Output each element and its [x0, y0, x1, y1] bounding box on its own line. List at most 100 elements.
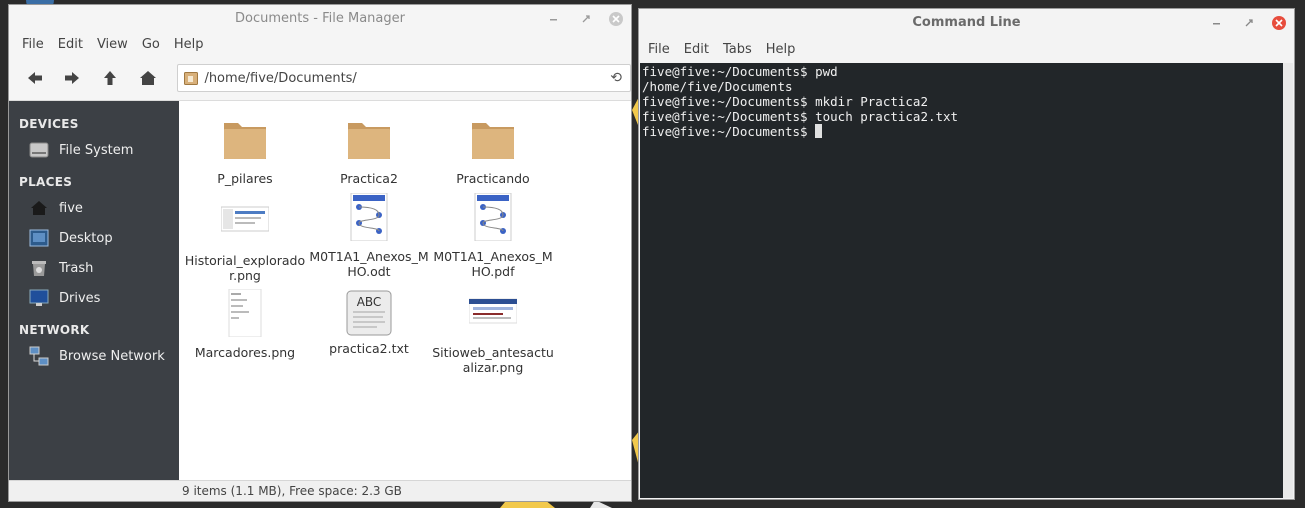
file-manager-window: Documents - File Manager File Edit View …: [8, 4, 632, 502]
location-path: /home/five/Documents/: [204, 70, 357, 86]
file-item[interactable]: Practicando: [431, 115, 555, 186]
sidebar-heading-places: PLACES: [19, 175, 73, 189]
menu-go[interactable]: Go: [135, 37, 167, 52]
image-thumbnail-icon: [468, 298, 518, 324]
drive-icon: [29, 140, 49, 160]
home-button[interactable]: [134, 64, 162, 92]
menu-file[interactable]: File: [641, 42, 677, 57]
file-item[interactable]: M0T1A1_Anexos_MHO.pdf: [431, 192, 555, 279]
maximize-button[interactable]: [577, 10, 595, 28]
close-button[interactable]: [609, 11, 623, 26]
folder-icon: [348, 123, 390, 159]
file-name: practica2.txt: [329, 341, 409, 356]
sidebar-item-label: five: [59, 200, 83, 216]
terminal-output[interactable]: five@five:~/Documents$ pwd/home/five/Doc…: [640, 63, 1283, 498]
minimize-icon: [550, 18, 557, 20]
sidebar-item-browse-network[interactable]: Browse Network: [9, 341, 179, 371]
reload-icon[interactable]: ⟲: [610, 70, 622, 86]
terminal-cursor: [815, 124, 823, 138]
desktop-icon: [29, 228, 49, 248]
document-thumbnail-icon: [474, 192, 512, 242]
menu-view[interactable]: View: [90, 37, 135, 52]
maximize-button[interactable]: [1240, 14, 1258, 32]
back-button[interactable]: [21, 64, 49, 92]
image-thumbnail-icon: [228, 288, 262, 338]
arrow-up-icon: [104, 71, 117, 85]
file-item[interactable]: Marcadores.png: [183, 288, 307, 360]
file-item[interactable]: Historial_explorador.png: [183, 197, 307, 283]
sidebar-item-label: Trash: [59, 260, 94, 276]
location-bar[interactable]: /home/five/Documents/ ⟲: [177, 64, 632, 92]
close-icon: [1275, 18, 1283, 27]
file-item[interactable]: P_pilares: [183, 115, 307, 186]
sidebar-item-label: Drives: [59, 290, 101, 306]
file-item[interactable]: Practica2: [307, 115, 431, 186]
forward-button[interactable]: [59, 64, 87, 92]
menu-edit[interactable]: Edit: [51, 37, 90, 52]
file-name: Practicando: [456, 171, 530, 186]
sidebar-item-desktop[interactable]: Desktop: [9, 223, 179, 253]
file-grid: P_pilares Practica2 Practicando Historia…: [179, 101, 631, 482]
file-name: Historial_explorador.png: [184, 253, 306, 283]
sidebar-item-label: Browse Network: [59, 348, 165, 364]
terminal-prompt-line: five@five:~/Documents$: [642, 124, 1281, 139]
terminal-line: five@five:~/Documents$ pwd: [642, 64, 838, 79]
menu-file[interactable]: File: [15, 37, 51, 52]
terminal-scrollbar[interactable]: [1283, 63, 1293, 498]
terminal-line: /home/five/Documents: [642, 79, 793, 94]
sidebar-heading-network: NETWORK: [19, 323, 90, 337]
sidebar-item-drives[interactable]: Drives: [9, 283, 179, 313]
sidebar-item-file-system[interactable]: File System: [9, 135, 179, 165]
minimize-button[interactable]: [545, 10, 563, 28]
image-thumbnail-icon: [220, 206, 270, 232]
trash-icon: [29, 258, 49, 278]
file-manager-toolbar: /home/five/Documents/ ⟲: [9, 56, 632, 101]
folder-icon: [224, 123, 266, 159]
home-icon: [139, 71, 156, 85]
menu-edit[interactable]: Edit: [677, 42, 716, 57]
file-item[interactable]: M0T1A1_Anexos_MHO.odt: [307, 192, 431, 279]
file-name: Practica2: [340, 171, 398, 186]
arrow-left-icon: [27, 72, 42, 84]
sidebar-heading-devices: DEVICES: [19, 117, 79, 131]
terminal-prompt: five@five:~/Documents$: [642, 124, 816, 139]
terminal-line: five@five:~/Documents$ touch practica2.t…: [642, 109, 959, 124]
minimize-button[interactable]: [1208, 14, 1226, 32]
document-thumbnail-icon: [350, 192, 388, 242]
file-name: M0T1A1_Anexos_MHO.odt: [309, 249, 429, 279]
status-bar: 9 items (1.1 MB), Free space: 2.3 GB: [9, 480, 631, 501]
maximize-icon: [582, 14, 590, 22]
file-name: Marcadores.png: [194, 345, 296, 360]
maximize-icon: [1245, 18, 1253, 26]
arrow-right-icon: [65, 72, 80, 84]
network-icon: [29, 346, 49, 366]
sidebar-item-label: Desktop: [59, 230, 113, 246]
menu-help[interactable]: Help: [167, 37, 211, 52]
monitor-icon: [29, 288, 49, 308]
menu-tabs[interactable]: Tabs: [716, 42, 759, 57]
close-button[interactable]: [1272, 15, 1286, 30]
file-manager-titlebar[interactable]: Documents - File Manager: [9, 5, 631, 32]
sidebar-item-label: File System: [59, 142, 134, 158]
menu-help[interactable]: Help: [759, 42, 803, 57]
text-file-label: ABC: [356, 295, 382, 309]
file-name: Sitioweb_antesactualizar.png: [432, 345, 554, 375]
window-title: Command Line: [912, 15, 1021, 30]
home-icon: [29, 198, 49, 218]
text-file-icon: ABC: [345, 289, 393, 337]
file-item[interactable]: ABC practica2.txt: [307, 289, 431, 356]
sidebar-item-five[interactable]: five: [9, 193, 179, 223]
terminal-menubar: File Edit Tabs Help: [639, 37, 1294, 61]
window-title: Documents - File Manager: [235, 11, 405, 26]
sidebar-item-trash[interactable]: Trash: [9, 253, 179, 283]
up-button[interactable]: [96, 64, 124, 92]
terminal-titlebar[interactable]: Command Line: [639, 9, 1294, 37]
sidebar: DEVICES File System PLACES five Desktop: [9, 101, 179, 482]
file-name: M0T1A1_Anexos_MHO.pdf: [433, 249, 553, 279]
close-icon: [612, 14, 620, 23]
file-name: P_pilares: [217, 171, 273, 186]
terminal-line: five@five:~/Documents$ mkdir Practica2: [642, 94, 928, 109]
minimize-icon: [1213, 22, 1220, 24]
file-item[interactable]: Sitioweb_antesactualizar.png: [431, 289, 555, 375]
terminal-window: Command Line File Edit Tabs Help five@fi…: [638, 8, 1295, 500]
